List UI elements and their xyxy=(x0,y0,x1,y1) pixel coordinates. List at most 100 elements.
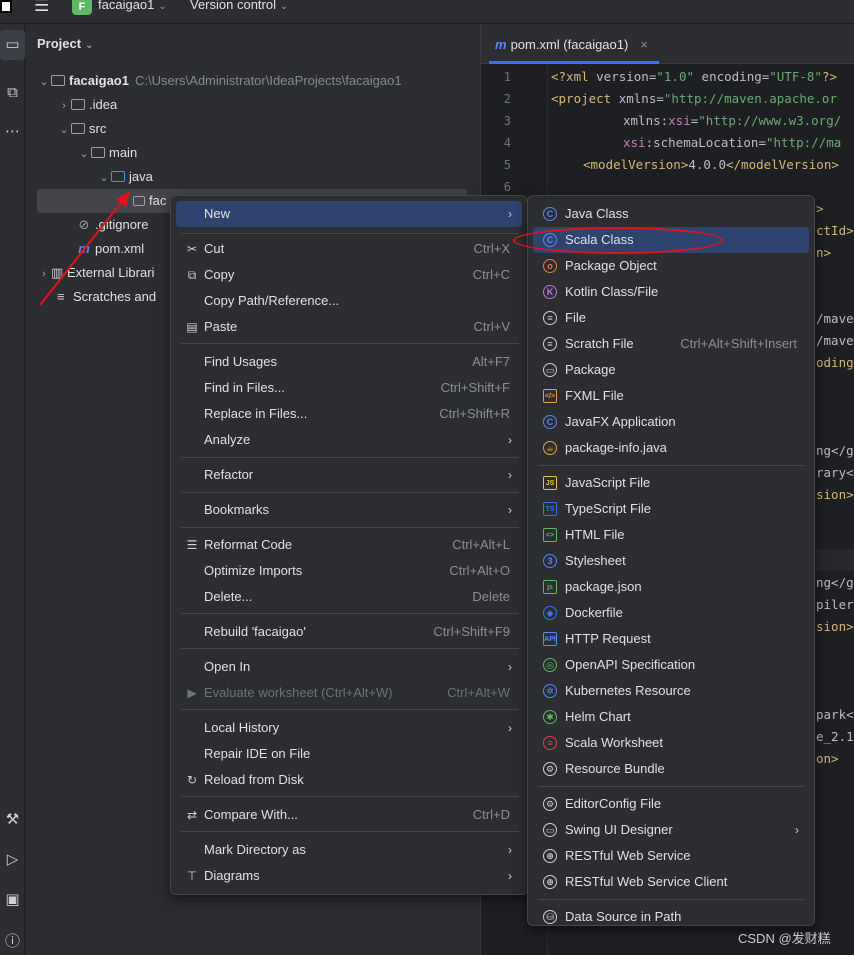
scissors-icon: ✂ xyxy=(186,242,198,256)
menu-separator xyxy=(181,492,519,493)
submenu-item-java-class[interactable]: C Java Class xyxy=(533,201,809,227)
submenu-item-restful-web-service-client[interactable]: ⊕ RESTful Web Service Client xyxy=(533,869,809,895)
submenu-item-package-info-java[interactable]: ☕ package-info.java xyxy=(533,435,809,461)
submenu-item-swing-ui-designer[interactable]: ▭ Swing UI Designer › xyxy=(533,817,809,843)
project-folder-icon[interactable]: ▭ xyxy=(0,30,25,60)
submenu-item-label: Helm Chart xyxy=(565,709,631,724)
submenu-item-html-file[interactable]: <> HTML File xyxy=(533,522,809,548)
main-menu-icon[interactable]: ☰ xyxy=(34,0,49,21)
code-line[interactable]: <?xml version="1.0" encoding="UTF-8"?> xyxy=(551,69,837,84)
menu-item-copy[interactable]: ⧉ Copy Ctrl+C xyxy=(176,262,522,288)
menu-item-cut[interactable]: ✂ Cut Ctrl+X xyxy=(176,236,522,262)
chevron-down-icon: ⌄ xyxy=(59,124,69,136)
fxml-icon: </> xyxy=(543,389,557,403)
project-switcher[interactable]: facaigao1 ⌄ xyxy=(98,0,167,20)
submenu-item-typescript-file[interactable]: TS TypeScript File xyxy=(533,496,809,522)
submenu-item-dockerfile[interactable]: ◆ Dockerfile xyxy=(533,600,809,626)
menu-item-analyze[interactable]: Analyze › xyxy=(176,427,522,453)
menu-item-compare-with[interactable]: ⇄ Compare With... Ctrl+D xyxy=(176,802,522,828)
project-panel-header[interactable]: Project ⌄ xyxy=(37,36,93,51)
menu-item-replace-in-files[interactable]: Replace in Files... Ctrl+Shift+R xyxy=(176,401,522,427)
menu-separator xyxy=(538,465,804,466)
menu-item-paste[interactable]: ▤ Paste Ctrl+V xyxy=(176,314,522,340)
run-icon[interactable]: ▷ xyxy=(0,850,25,868)
docker-icon: ◆ xyxy=(543,606,557,620)
resource-bundle-icon: ⚙ xyxy=(543,762,557,776)
menu-item-mark-directory-as[interactable]: Mark Directory as › xyxy=(176,837,522,863)
submenu-item-package-object[interactable]: o Package Object xyxy=(533,253,809,279)
submenu-item-helm-chart[interactable]: ✱ Helm Chart xyxy=(533,704,809,730)
menu-item-find-usages[interactable]: Find Usages Alt+F7 xyxy=(176,349,522,375)
menu-item-rebuild[interactable]: Rebuild 'facaigao' Ctrl+Shift+F9 xyxy=(176,619,522,645)
submenu-item-package-json[interactable]: js package.json xyxy=(533,574,809,600)
code-line[interactable]: xsi:schemaLocation="http://ma xyxy=(623,135,841,150)
menu-item-reload-from-disk[interactable]: ↻ Reload from Disk xyxy=(176,767,522,793)
menu-item-diagrams[interactable]: ⊤ Diagrams › xyxy=(176,863,522,889)
submenu-item-openapi-specification[interactable]: ◎ OpenAPI Specification xyxy=(533,652,809,678)
submenu-item-javascript-file[interactable]: JS JavaScript File xyxy=(533,470,809,496)
menu-item-copy-path[interactable]: Copy Path/Reference... xyxy=(176,288,522,314)
menu-item-optimize-imports[interactable]: Optimize Imports Ctrl+Alt+O xyxy=(176,558,522,584)
tree-item-src[interactable]: ⌄ src xyxy=(57,117,106,141)
tree-item-root[interactable]: ⌄ facaigao1 C:\Users\Administrator\IdeaPro… xyxy=(37,69,401,93)
tab-label: pom.xml (facaigao1) xyxy=(510,37,629,52)
submenu-item-resource-bundle[interactable]: ⚙ Resource Bundle xyxy=(533,756,809,782)
structure-icon[interactable]: ⧉ xyxy=(0,84,25,101)
submenu-item-kotlin-class-file[interactable]: K Kotlin Class/File xyxy=(533,279,809,305)
menu-item-reformat-code[interactable]: ☰ Reformat Code Ctrl+Alt+L xyxy=(176,532,522,558)
scratch-file-icon: ≡ xyxy=(543,337,557,351)
submenu-item-javafx-application[interactable]: C JavaFX Application xyxy=(533,409,809,435)
menu-item-refactor[interactable]: Refactor › xyxy=(176,462,522,488)
submenu-item-scratch-file[interactable]: ≡ Scratch File Ctrl+Alt+Shift+Insert xyxy=(533,331,809,357)
tool-window-strip: ▭ ⧉ ⋯ ⚒ ▷ ▣ ⓘ xyxy=(0,24,25,955)
submenu-item-editorconfig-file[interactable]: ⚙ EditorConfig File xyxy=(533,791,809,817)
submenu-item-package[interactable]: ▭ Package xyxy=(533,357,809,383)
submenu-item-label: package-info.java xyxy=(565,440,667,455)
submenu-item-fxml-file[interactable]: </> FXML File xyxy=(533,383,809,409)
more-icon[interactable]: ⋯ xyxy=(0,122,25,140)
build-icon[interactable]: ⚒ xyxy=(0,810,25,828)
menu-separator xyxy=(181,527,519,528)
menu-item-delete[interactable]: Delete... Delete xyxy=(176,584,522,610)
code-line[interactable]: xmlns:xsi="http://www.w3.org/ xyxy=(623,113,841,128)
chevron-right-icon: › xyxy=(62,100,66,112)
close-icon[interactable]: × xyxy=(640,37,648,52)
maven-icon: m xyxy=(495,37,507,52)
submenu-item-label: HTML File xyxy=(565,527,625,542)
submenu-item-label: Package Object xyxy=(565,258,657,273)
tab-pom-xml[interactable]: m pom.xml (facaigao1) × xyxy=(495,37,648,52)
submenu-item-data-source-in-path[interactable]: ⛁ Data Source in Path xyxy=(533,904,809,930)
database-icon: ⛁ xyxy=(543,910,557,924)
diagrams-icon: ⊤ xyxy=(186,869,198,883)
kotlin-icon: K xyxy=(543,285,557,299)
menu-item-local-history[interactable]: Local History › xyxy=(176,715,522,741)
menu-item-new[interactable]: New › xyxy=(176,201,522,227)
problems-icon[interactable]: ⓘ xyxy=(0,930,25,951)
menu-item-find-in-files[interactable]: Find in Files... Ctrl+Shift+F xyxy=(176,375,522,401)
tree-item-main[interactable]: ⌄ main xyxy=(77,141,137,165)
submenu-item-file[interactable]: ≡ File xyxy=(533,305,809,331)
submenu-item-stylesheet[interactable]: 3 Stylesheet xyxy=(533,548,809,574)
terminal-icon[interactable]: ▣ xyxy=(0,890,25,908)
code-line[interactable]: <modelVersion>4.0.0</modelVersion> xyxy=(583,157,839,172)
code-fragment: park< xyxy=(816,707,854,722)
code-fragment: ctId> xyxy=(816,223,854,238)
chevron-down-icon: ⌄ xyxy=(79,148,89,160)
tree-item-idea[interactable]: › .idea xyxy=(57,93,117,117)
menu-item-bookmarks[interactable]: Bookmarks › xyxy=(176,497,522,523)
submenu-item-scala-worksheet[interactable]: ≡ Scala Worksheet xyxy=(533,730,809,756)
tree-item-label: .idea xyxy=(89,97,118,112)
menu-item-repair-ide[interactable]: Repair IDE on File xyxy=(176,741,522,767)
folder-icon xyxy=(91,147,105,158)
vcs-switcher[interactable]: Version control ⌄ xyxy=(190,0,288,20)
chevron-right-icon: › xyxy=(508,660,512,674)
kubernetes-icon: ✲ xyxy=(543,684,557,698)
java-class-icon: C xyxy=(543,207,557,221)
code-line[interactable]: <project xmlns="http://maven.apache.or xyxy=(551,91,837,106)
compare-icon: ⇄ xyxy=(186,808,198,822)
submenu-item-kubernetes-resource[interactable]: ✲ Kubernetes Resource xyxy=(533,678,809,704)
submenu-item-label: RESTful Web Service Client xyxy=(565,874,728,889)
submenu-item-restful-web-service[interactable]: ⊕ RESTful Web Service xyxy=(533,843,809,869)
menu-item-open-in[interactable]: Open In › xyxy=(176,654,522,680)
submenu-item-http-request[interactable]: API HTTP Request xyxy=(533,626,809,652)
